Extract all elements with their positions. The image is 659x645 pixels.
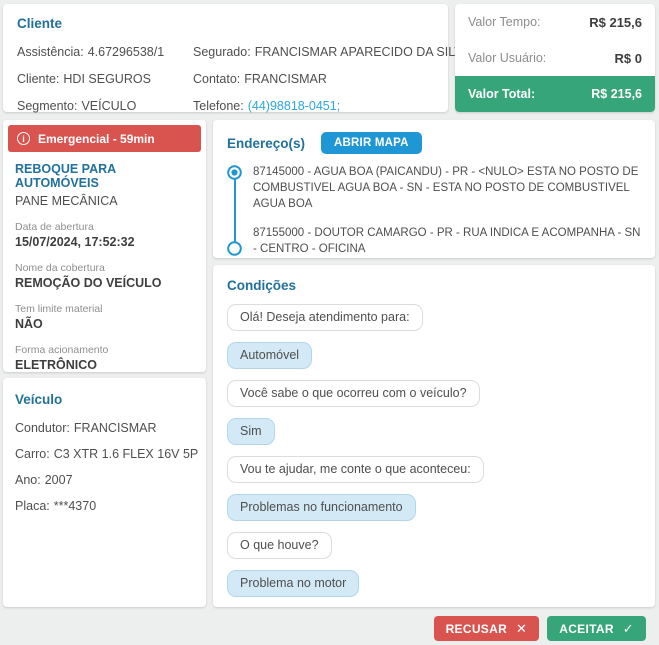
info-icon: i [17,132,30,145]
chat-question-bubble: O que houve? [227,532,332,559]
phone-link[interactable]: (44)98818-0451; [248,99,340,113]
field-label: Assistência: [17,45,84,59]
field-value: HDI SEGUROS [63,72,151,86]
total-label: Valor Total: [468,87,535,101]
assistance-number-field: Assistência: 4.67296538/1 [17,38,193,65]
client-fields: Assistência: 4.67296538/1 Cliente: HDI S… [17,38,434,119]
year-field: Ano: 2007 [15,467,194,493]
radio-unselected-icon[interactable] [227,225,242,257]
values-card: Valor Tempo: R$ 215,6 Valor Usuário: R$ … [455,4,655,112]
activation-mode-value: ELETRÔNICO [15,358,194,372]
open-date-value: 15/07/2024, 17:52:32 [15,235,194,249]
client-col-left: Assistência: 4.67296538/1 Cliente: HDI S… [17,38,193,119]
field-label: Segurado: [193,45,251,59]
field-label: Placa: [15,499,50,513]
chat-question-bubble: Olá! Deseja atendimento para: [227,304,423,331]
chat-answer-bubble: Problemas no funcionamento [227,494,416,521]
field-label: Ano: [15,473,41,487]
accept-button[interactable]: ACEITAR ✓ [547,616,646,641]
addresses-card: Endereço(s) ABRIR MAPA 87145000 - AGUA B… [213,120,655,258]
service-problem: PANE MECÂNICA [15,194,194,208]
field-label: Segmento: [17,99,77,113]
chat-answer-bubble: Automóvel [227,342,312,369]
refuse-button[interactable]: RECUSAR ✕ [434,616,540,641]
value-total-row: Valor Total: R$ 215,6 [455,76,655,112]
client-col-right: Segurado: FRANCISMAR APARECIDO DA SILVA … [193,38,470,119]
client-card-title: Cliente [17,16,434,31]
check-icon: ✓ [623,621,634,637]
address-text: 87155000 - DOUTOR CAMARGO - PR - RUA IND… [253,225,641,257]
field-value: FRANCISMAR [244,72,327,86]
field-value: VEÍCULO [81,99,136,113]
field-value: FRANCISMAR APARECIDO DA SILVA [255,45,470,59]
addresses-title: Endereço(s) [227,136,305,151]
chat-question-bubble: Você sabe o que ocorreu com o veículo? [227,380,480,407]
vehicle-card-title: Veículo [15,392,194,407]
chat-question-bubble: Vou te ajudar, me conte o que aconteceu: [227,456,484,483]
field-label: Telefone: [193,99,244,113]
client-name-field: Cliente: HDI SEGUROS [17,65,193,92]
value-user-row: Valor Usuário: R$ 0 [455,40,655,76]
coverage-name-value: REMOÇÃO DO VEÍCULO [15,276,194,290]
address-list: 87145000 - AGUA BOA (PAICANDU) - PR - <N… [227,164,641,257]
material-limit-label: Tem limite material [15,303,194,315]
radio-selected-icon[interactable] [227,164,242,212]
accept-button-label: ACEITAR [559,622,614,636]
plate-field: Placa: ***4370 [15,493,194,519]
refuse-button-label: RECUSAR [446,622,507,636]
value-label: Valor Usuário: [468,51,546,65]
service-card: i Emergencial - 59min REBOQUE PARA AUTOM… [3,120,206,372]
field-label: Condutor: [15,421,70,435]
value-label: Valor Tempo: [468,15,541,29]
total-amount: R$ 215,6 [591,87,642,101]
address-item-destination: 87155000 - DOUTOR CAMARGO - PR - RUA IND… [227,225,641,257]
field-label: Carro: [15,447,50,461]
conditions-title: Condições [227,278,641,293]
footer-actions: RECUSAR ✕ ACEITAR ✓ [434,616,646,641]
activation-mode-label: Forma acionamento [15,344,194,356]
car-field: Carro: C3 XTR 1.6 FLEX 16V 5P [15,441,194,467]
field-value: FRANCISMAR [74,421,157,435]
addresses-header: Endereço(s) ABRIR MAPA [227,132,641,154]
driver-field: Condutor: FRANCISMAR [15,415,194,441]
segment-field: Segmento: VEÍCULO [17,92,193,119]
contact-field: Contato: FRANCISMAR [193,65,470,92]
open-date-label: Data de abertura [15,221,194,233]
field-value: C3 XTR 1.6 FLEX 16V 5P [54,447,199,461]
value-amount: R$ 0 [615,51,642,66]
field-value: 4.67296538/1 [88,45,164,59]
address-item-origin: 87145000 - AGUA BOA (PAICANDU) - PR - <N… [227,164,641,212]
emergency-badge: i Emergencial - 59min [8,125,201,152]
close-icon: ✕ [516,621,527,637]
service-name: REBOQUE PARA AUTOMÓVEIS [15,162,194,190]
phone-field: Telefone: (44)98818-0451; [193,92,470,119]
field-label: Contato: [193,72,240,86]
coverage-name-label: Nome da cobertura [15,262,194,274]
value-amount: R$ 215,6 [589,15,642,30]
chat-answer-bubble: Sim [227,418,275,445]
conditions-card: Condições Olá! Deseja atendimento para: … [213,265,655,607]
assistance-detail-page: Cliente Assistência: 4.67296538/1 Client… [0,0,659,645]
field-value: ***4370 [54,499,96,513]
field-label: Cliente: [17,72,59,86]
chat-answer-bubble: Problema no motor [227,570,359,597]
insured-field: Segurado: FRANCISMAR APARECIDO DA SILVA [193,38,470,65]
address-text: 87145000 - AGUA BOA (PAICANDU) - PR - <N… [253,164,641,212]
open-map-button[interactable]: ABRIR MAPA [321,132,422,154]
emergency-badge-label: Emergencial - 59min [38,132,155,146]
client-card: Cliente Assistência: 4.67296538/1 Client… [3,4,448,112]
vehicle-card: Veículo Condutor: FRANCISMAR Carro: C3 X… [3,378,206,607]
material-limit-value: NÃO [15,317,194,331]
chat-message-list: Olá! Deseja atendimento para: Automóvel … [227,304,641,607]
field-value: 2007 [45,473,73,487]
value-time-row: Valor Tempo: R$ 215,6 [455,4,655,40]
